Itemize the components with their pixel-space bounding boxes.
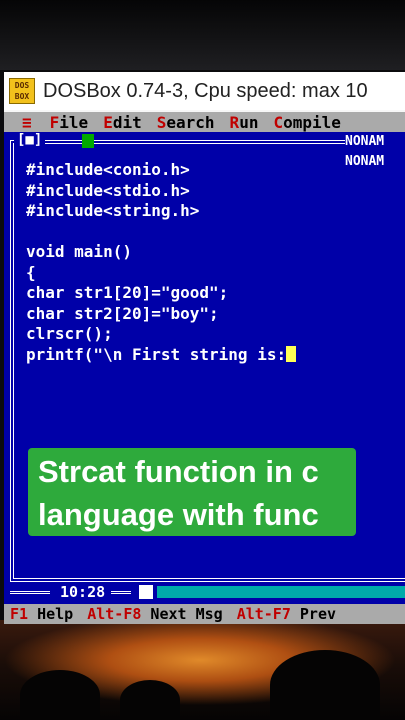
- code-line: char str1[20]="good";: [26, 283, 229, 302]
- dos-screen[interactable]: ≡ File Edit Search Run Compile [■] NONAM…: [4, 112, 405, 624]
- frame-border-left: [10, 590, 50, 594]
- background-top: [0, 0, 405, 70]
- menu-edit-label: dit: [112, 112, 142, 132]
- window-zoom-icon[interactable]: [82, 134, 94, 148]
- caption-line-1: Strcat function in c: [38, 454, 319, 489]
- horizontal-scrollbar[interactable]: [157, 586, 405, 598]
- menu-file[interactable]: File: [50, 113, 89, 132]
- code-line-current: printf("\n First string is:: [26, 344, 297, 366]
- app-icon-text-top: DOS: [14, 81, 30, 90]
- code-line: #include<conio.h>: [26, 160, 190, 179]
- dosbox-app-icon: DOS BOX: [9, 78, 35, 104]
- frame-border-mid: [111, 590, 132, 594]
- code-line: #include<stdio.h>: [26, 180, 190, 200]
- fkey-next-msg[interactable]: Alt-F8 Next Msg: [87, 605, 222, 623]
- filename-bottom: NONAM: [345, 154, 385, 169]
- menu-compile-hotkey: C: [273, 112, 284, 132]
- tree-silhouette: [120, 680, 180, 720]
- title-bar[interactable]: DOS BOX DOSBox 0.74-3, Cpu speed: max 10: [4, 72, 405, 110]
- editor-status-line: 10:28: [10, 582, 405, 602]
- menu-compile[interactable]: Compile: [273, 113, 340, 132]
- caption-line-2: language with func: [38, 497, 319, 532]
- menu-search[interactable]: Search: [157, 113, 215, 132]
- code-line: clrscr();: [26, 324, 113, 343]
- menu-bar: ≡ File Edit Search Run Compile: [4, 112, 405, 132]
- fkey-help-key: F1: [10, 605, 29, 623]
- dosbox-window: DOS BOX DOSBox 0.74-3, Cpu speed: max 10…: [4, 72, 405, 624]
- system-menu-button[interactable]: ≡: [22, 113, 32, 132]
- menu-run[interactable]: Run: [230, 113, 259, 132]
- fkey-prev-msg-label: Prev: [290, 605, 337, 623]
- code-line: void main(): [26, 242, 132, 261]
- menu-file-hotkey: F: [49, 112, 60, 132]
- menu-file-label: ile: [59, 112, 89, 132]
- menu-run-label: un: [239, 112, 259, 132]
- window-close-control[interactable]: [■]: [14, 132, 46, 148]
- filename-indicator: NONAM NONAM: [345, 132, 405, 172]
- menu-search-hotkey: S: [156, 112, 167, 132]
- fkey-prev-msg-key: Alt-F7: [236, 605, 291, 623]
- code-line: #include<string.h>: [26, 201, 200, 220]
- background-sunset: [0, 620, 405, 720]
- fkey-next-msg-key: Alt-F8: [87, 605, 142, 623]
- menu-run-hotkey: R: [229, 112, 240, 132]
- cursor-position: 10:28: [60, 583, 106, 601]
- app-icon-text-bottom: BOX: [14, 92, 30, 101]
- menu-edit[interactable]: Edit: [103, 113, 142, 132]
- menu-edit-hotkey: E: [103, 112, 113, 132]
- menu-search-label: earch: [166, 112, 215, 132]
- code-editor[interactable]: #include<conio.h> #include<stdio.h> #inc…: [26, 160, 297, 366]
- text-cursor: [286, 345, 297, 362]
- window-title: DOSBox 0.74-3, Cpu speed: max 10: [43, 79, 368, 102]
- fkey-prev-msg[interactable]: Alt-F7 Prev: [237, 605, 336, 623]
- fkey-help-label: Help: [28, 605, 74, 623]
- tree-silhouette: [20, 670, 100, 720]
- scroll-left-arrow-icon[interactable]: [139, 585, 154, 599]
- code-line: char str2[20]="boy";: [26, 303, 219, 323]
- function-key-bar: F1 Help Alt-F8 Next Msg Alt-F7 Prev: [4, 604, 405, 624]
- code-line: {: [26, 262, 36, 282]
- current-line-text: printf("\n First string is:: [26, 344, 287, 364]
- tree-silhouette: [270, 650, 380, 720]
- menu-compile-label: ompile: [283, 112, 341, 132]
- video-caption: Strcat function in c language with func: [28, 448, 356, 536]
- filename-top: NONAM: [345, 134, 385, 149]
- fkey-next-msg-label: Next Msg: [141, 605, 223, 623]
- fkey-help[interactable]: F1 Help: [10, 605, 73, 623]
